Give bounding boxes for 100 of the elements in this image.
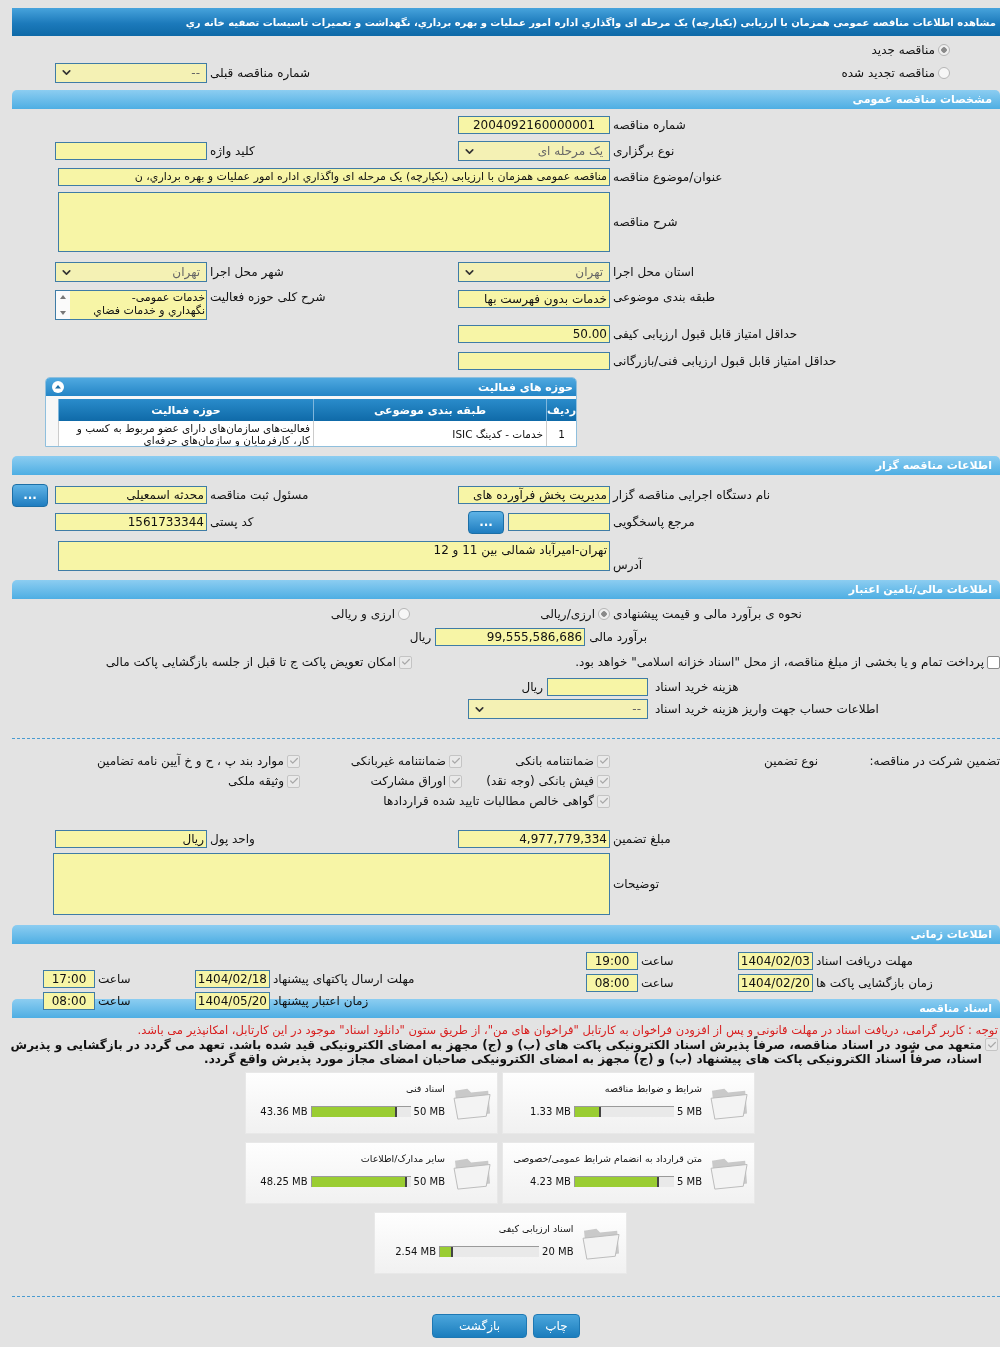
field-label: زمان بازگشایی پاکت ها (816, 976, 933, 990)
checkbox-label: وثیقه ملکی (227, 774, 284, 788)
file-size: 4.23 MB (530, 1176, 571, 1187)
size-limit: 5 MB (676, 1106, 702, 1117)
dropdown[interactable]: تهران (458, 262, 610, 282)
file-size: 43.36 MB (260, 1106, 308, 1117)
field-label: نحوه ی برآورد مالی و قیمت پیشنهادی (613, 607, 802, 621)
radio-button[interactable] (598, 608, 610, 620)
field-label: ساعت (98, 972, 131, 986)
collapse-icon[interactable] (52, 381, 64, 393)
date-field[interactable]: 1404/02/20 (738, 974, 813, 992)
dropdown[interactable]: یک مرحله ای (458, 141, 610, 161)
field-label: طبقه بندی موضوعی (613, 290, 716, 304)
dropdown[interactable]: -- (55, 62, 207, 83)
checkbox[interactable] (449, 774, 462, 788)
file-name: اسناد فنی (406, 1083, 445, 1094)
section-header: اطلاعات مناقصه گزار (12, 456, 1000, 475)
input-field[interactable] (547, 678, 648, 696)
radio-label: ارزی/ریالی (540, 607, 595, 621)
field-label: مهلت ارسال پاکتهای پیشنهاد (273, 972, 415, 986)
checkbox[interactable] (399, 655, 412, 669)
field-label: حداقل امتیاز قابل قبول ارزیابی کیفی (613, 327, 798, 341)
field-label: مهلت دریافت اسناد (816, 954, 913, 968)
print-button[interactable]: چاپ (533, 1314, 580, 1338)
commitment-text: متعهد می شود در اسناد مناقصه، صرفاً پذیرش اسناد الکترونیکی پاکت های (ب) و (ج) مجهز به امضای الکترونیکی قید شده باشد. تعهد می گردد در بازگشایی و پذیرش اسناد، صرفاً اسناد الکترونیکی پاکت های پیشنهاد (ب) و (ج) مجهز به امضای الکترونیکی صاحبان امضای مجاز مورد پذیرش واقع گردد. (9, 1038, 982, 1066)
time-field[interactable]: 08:00 (586, 974, 638, 992)
text-area[interactable] (53, 853, 610, 915)
field-label: شهر محل اجرا (210, 265, 284, 279)
input-field[interactable] (458, 351, 610, 370)
text-area[interactable] (58, 192, 610, 252)
checkbox[interactable] (985, 1038, 998, 1051)
section-header: اطلاعات مالی/تامین اعتبار (12, 580, 1000, 599)
unit-label: ریال (409, 630, 432, 644)
checkbox-label: فیش بانکی (وجه نقد) (486, 774, 594, 788)
checkbox[interactable] (597, 794, 610, 808)
checkbox[interactable] (597, 774, 610, 788)
section-label: تضمین شرکت در مناقصه: (869, 754, 1000, 768)
table-title: حوزه های فعالیت (478, 380, 573, 394)
section-header: مشخصات مناقصه عمومی (12, 90, 1000, 109)
field-label: عنوان/موضوع مناقصه (613, 170, 723, 184)
field-label: شماره مناقصه (613, 118, 686, 132)
input-field[interactable]: مدیریت پخش فرآورده های (458, 486, 610, 504)
input-field[interactable]: محدثه اسمعیلی (55, 486, 207, 504)
column-header: ردیف (546, 399, 576, 421)
field-label: شماره مناقصه قبلی (210, 65, 310, 80)
file-name: شرایط و ضوابط مناقصه (604, 1083, 702, 1094)
radio-button[interactable] (938, 43, 950, 56)
field-label: آدرس (613, 558, 643, 572)
input-field[interactable] (508, 513, 610, 531)
input-field[interactable]: مناقصه عمومی همزمان با ارزیابی (یکپارچه) یک مرحله ای واگذاري اداره امور عملیات و بهره برداري، ن (58, 168, 610, 186)
time-field[interactable]: 17:00 (43, 970, 95, 988)
checkbox[interactable] (287, 754, 300, 768)
input-field[interactable]: 99,555,586,686 (435, 628, 586, 646)
time-field[interactable]: 19:00 (586, 952, 638, 970)
field-label: کد پستی (210, 515, 254, 529)
section-header: اطلاعات زمانی (12, 925, 1000, 944)
input-field[interactable]: 2004092160000001 (458, 116, 610, 134)
date-field[interactable]: 1404/02/03 (738, 952, 813, 970)
input-field[interactable]: ریال (55, 830, 207, 848)
unit-label: ریال (521, 680, 543, 694)
radio-button[interactable] (938, 66, 950, 79)
field-label: مبلغ تضمین (613, 832, 671, 846)
date-field[interactable]: 1404/02/18 (195, 970, 270, 988)
size-limit: 20 MB (542, 1246, 574, 1257)
field-label: استان محل اجرا (613, 265, 695, 279)
radio-label: مناقصه تجدید شده (841, 65, 935, 80)
checkbox-label: اوراق مشارکت (370, 774, 446, 788)
input-field[interactable]: 1561733344 (55, 513, 207, 531)
date-field[interactable]: 1404/05/20 (195, 992, 270, 1010)
input-field[interactable]: 4,977,779,334 (458, 830, 610, 848)
file-size: 48.25 MB (260, 1176, 308, 1187)
column-header: طبقه بندی موضوعی (313, 399, 546, 421)
radio-button[interactable] (398, 608, 410, 620)
text-area[interactable]: خدمات عمومی- نگهداري و خدمات فضاي (55, 290, 207, 320)
file-size: 2.54 MB (395, 1246, 437, 1257)
checkbox-label: پرداخت تمام و یا بخشی از مبلغ مناقصه، از محل "اسناد خزانه اسلامی" خواهد بود. (575, 655, 984, 669)
size-limit: 50 MB (413, 1176, 445, 1187)
field-label: شرح کلی حوزه فعالیت (210, 290, 326, 304)
input-field[interactable]: 50.00 (458, 325, 610, 343)
checkbox[interactable] (287, 774, 300, 788)
field-label: واحد پول (210, 832, 255, 846)
field-label: ساعت (98, 994, 131, 1008)
field-label: نوع تضمین (764, 754, 818, 768)
table-cell: خدمات - کدینگ ISIC (313, 421, 546, 446)
checkbox-label: امکان تعویض پاکت ج تا قبل از جلسه بازگشایی پاکت مالی (105, 655, 396, 669)
field-label: برآورد مالی (589, 630, 647, 644)
field-label: هزینه خرید اسناد (655, 680, 739, 694)
text-area[interactable]: تهران-امیرآباد شمالی بین 11 و 12 (58, 541, 610, 571)
input-field[interactable] (55, 142, 207, 160)
checkbox[interactable] (597, 754, 610, 768)
dropdown[interactable]: -- (468, 699, 648, 719)
checkbox[interactable] (987, 655, 1000, 669)
time-field[interactable]: 08:00 (43, 992, 95, 1010)
back-button[interactable]: بازگشت (432, 1314, 527, 1338)
checkbox[interactable] (449, 754, 462, 768)
radio-label: ارزی و ریالی (330, 607, 395, 621)
size-limit: 5 MB (676, 1176, 702, 1187)
input-field[interactable]: خدمات بدون فهرست بها (458, 290, 610, 308)
radio-label: مناقصه جدید (871, 42, 935, 57)
dropdown[interactable]: تهران (55, 262, 207, 282)
